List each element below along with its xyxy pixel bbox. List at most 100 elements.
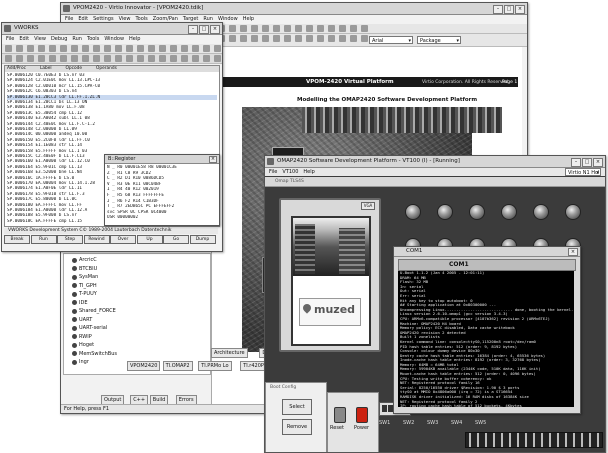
select-button[interactable]: Select [282, 399, 312, 415]
toolbar-tool-icon[interactable] [214, 55, 221, 62]
register-row[interactable]: V _ R3 0E R11 00C04BF [107, 182, 217, 187]
debug-dump-button[interactable]: Dump [189, 235, 216, 244]
toolbar-tool-icon[interactable] [5, 45, 12, 52]
toolbar-tool-icon[interactable] [104, 55, 111, 62]
disasm-row[interactable]: SP.0006140 E3.A0042 subl LL.1 08 [7, 116, 217, 121]
toolbar-tool-icon[interactable] [16, 55, 23, 62]
menu-item-help[interactable]: Help [303, 168, 314, 176]
menu-item-vt100[interactable]: VT100 [282, 168, 298, 176]
toolbar-tool-icon[interactable] [339, 25, 346, 32]
terminal-close-button[interactable]: × [568, 248, 578, 256]
knob-control[interactable] [437, 204, 453, 220]
toolbar-tool-icon[interactable] [361, 25, 368, 32]
toolbar-tool-icon[interactable] [240, 35, 247, 42]
menu-item-edit[interactable]: Edit [19, 35, 29, 43]
toolbar-tool-icon[interactable] [82, 55, 89, 62]
disasm-row[interactable]: SP.000614C 00.00000 andeq 10.00 [7, 132, 217, 137]
innovator-titlebar[interactable]: VPOM2420 - Virtio Innovator - [VPOM2420.… [61, 3, 527, 15]
disasm-row[interactable]: SP.0006154 E1.1E083 str LL.14 [7, 143, 217, 148]
toolbar-tool-icon[interactable] [306, 35, 313, 42]
menu-item-view[interactable]: View [34, 35, 46, 43]
menu-item-window[interactable]: Window [104, 35, 124, 43]
disasm-row[interactable]: SP.0006138 E1.1A80 mov LL.F.08 [7, 105, 217, 110]
toolbar-tool-icon[interactable] [60, 55, 67, 62]
menu-item-file[interactable]: File [6, 35, 14, 43]
debug-go-button[interactable]: Go [163, 235, 189, 244]
tree-item[interactable]: T-PUUY [72, 291, 97, 297]
toolbar-tool-icon[interactable] [71, 45, 78, 52]
toolbar-tool-icon[interactable] [170, 55, 177, 62]
register-row[interactable]: svc SPSR 0C CPSR 0C4000 [107, 210, 217, 215]
menu-item-tools[interactable]: Tools [87, 35, 99, 43]
vdp-maximize-button[interactable]: □ [582, 158, 592, 167]
toolbar-tool-icon[interactable] [251, 35, 258, 42]
reset-button[interactable] [334, 407, 346, 423]
vdp-titlebar[interactable]: OMAP2420 Software Development Platform -… [265, 156, 605, 168]
register-row[interactable]: USR 00000002 [107, 215, 217, 220]
toolbar-tool-icon[interactable] [262, 35, 269, 42]
disasm-row[interactable]: SP.0006124 C2.01E0C mov LL.13.L#C-13 [7, 78, 217, 83]
remove-button[interactable]: Remove [282, 419, 312, 435]
knob-control[interactable] [501, 204, 517, 220]
toolbar-tool-icon[interactable] [148, 55, 155, 62]
toolbar-tool-icon[interactable] [295, 35, 302, 42]
toolbar-tool-icon[interactable] [229, 35, 236, 42]
register-row[interactable]: I _ R4 40 R12 002019 [107, 187, 217, 192]
menu-item-file[interactable]: File [269, 168, 277, 176]
toolbar-tool-icon[interactable] [306, 25, 313, 32]
toolbar-tool-icon[interactable] [214, 45, 221, 52]
toolbar-tool-icon[interactable] [104, 45, 111, 52]
menu-item-run[interactable]: Run [72, 35, 82, 43]
menu-item-debug[interactable]: Debug [51, 35, 67, 43]
tree-item[interactable]: BTCBIU [72, 266, 97, 272]
knob-control[interactable] [469, 204, 485, 220]
toolbar-tool-icon[interactable] [203, 55, 210, 62]
knob-control[interactable] [533, 204, 549, 220]
disasm-row[interactable]: SP.0006120 C0.7E0E3 b LS.nr 03 [7, 73, 217, 78]
register-close-button[interactable]: × [209, 156, 217, 163]
toolbar-tool-icon[interactable] [27, 45, 34, 52]
power-button[interactable] [356, 407, 368, 423]
toolbar-tool-icon[interactable] [273, 25, 280, 32]
debug-step-button[interactable]: Step [57, 235, 83, 244]
toolbar-tool-icon[interactable] [38, 55, 45, 62]
register-titlebar[interactable]: B::Register × [105, 155, 219, 164]
toolbar-tool-icon[interactable] [284, 35, 291, 42]
tree-item[interactable]: UART [72, 317, 92, 323]
disasm-row[interactable]: SP.000613C E5.30054 cmp LL.12 [7, 111, 217, 116]
toolbar-tool-icon[interactable] [82, 45, 89, 52]
tree-item[interactable]: Hoget [72, 342, 94, 348]
tree-item[interactable]: UART-serial [72, 325, 107, 331]
toolbar-tool-icon[interactable] [159, 55, 166, 62]
toolbar-tool-icon[interactable] [5, 55, 12, 62]
toolbar-tool-icon[interactable] [192, 45, 199, 52]
toolbar-tool-icon[interactable] [126, 45, 133, 52]
tree-item[interactable]: MemSwitchBus [72, 351, 117, 357]
toolbar-tool-icon[interactable] [38, 45, 45, 52]
subtab-vpom2420[interactable]: VPOM2420 [127, 361, 161, 371]
vdp-close-button[interactable]: × [593, 158, 603, 167]
debug-break-button[interactable]: Break [4, 235, 30, 244]
toolbar-tool-icon[interactable] [115, 55, 122, 62]
tab-architecture[interactable]: Architecture [211, 348, 248, 358]
toolbar-tool-icon[interactable] [317, 25, 324, 32]
toolbar-tool-icon[interactable] [350, 25, 357, 32]
tree-item[interactable]: IDE [72, 300, 87, 306]
disasm-row[interactable]: SP.0006128 C2.0D010 mcr LL.15.C#A-C0 [7, 84, 217, 89]
toolbar-tool-icon[interactable] [203, 45, 210, 52]
toolbar-tool-icon[interactable] [93, 55, 100, 62]
toolbar-tool-icon[interactable] [126, 55, 133, 62]
toolbar-tool-icon[interactable] [137, 55, 144, 62]
lcd-mode-button[interactable]: VGA [361, 202, 375, 210]
toolbar-tool-icon[interactable] [192, 55, 199, 62]
knob-control[interactable] [565, 204, 581, 220]
toolbar-tool-icon[interactable] [137, 45, 144, 52]
font-combo[interactable]: Arial [369, 36, 413, 45]
minimize-button[interactable]: – [493, 5, 503, 14]
debug-rewind-button[interactable]: Rewind [83, 235, 110, 244]
tree-item[interactable]: SysMan [72, 274, 98, 280]
toolbar-tool-icon[interactable] [262, 25, 269, 32]
tree-item[interactable]: RWIP [72, 334, 92, 340]
toolbar-tool-icon[interactable] [229, 25, 236, 32]
toolbar-tool-icon[interactable] [49, 45, 56, 52]
